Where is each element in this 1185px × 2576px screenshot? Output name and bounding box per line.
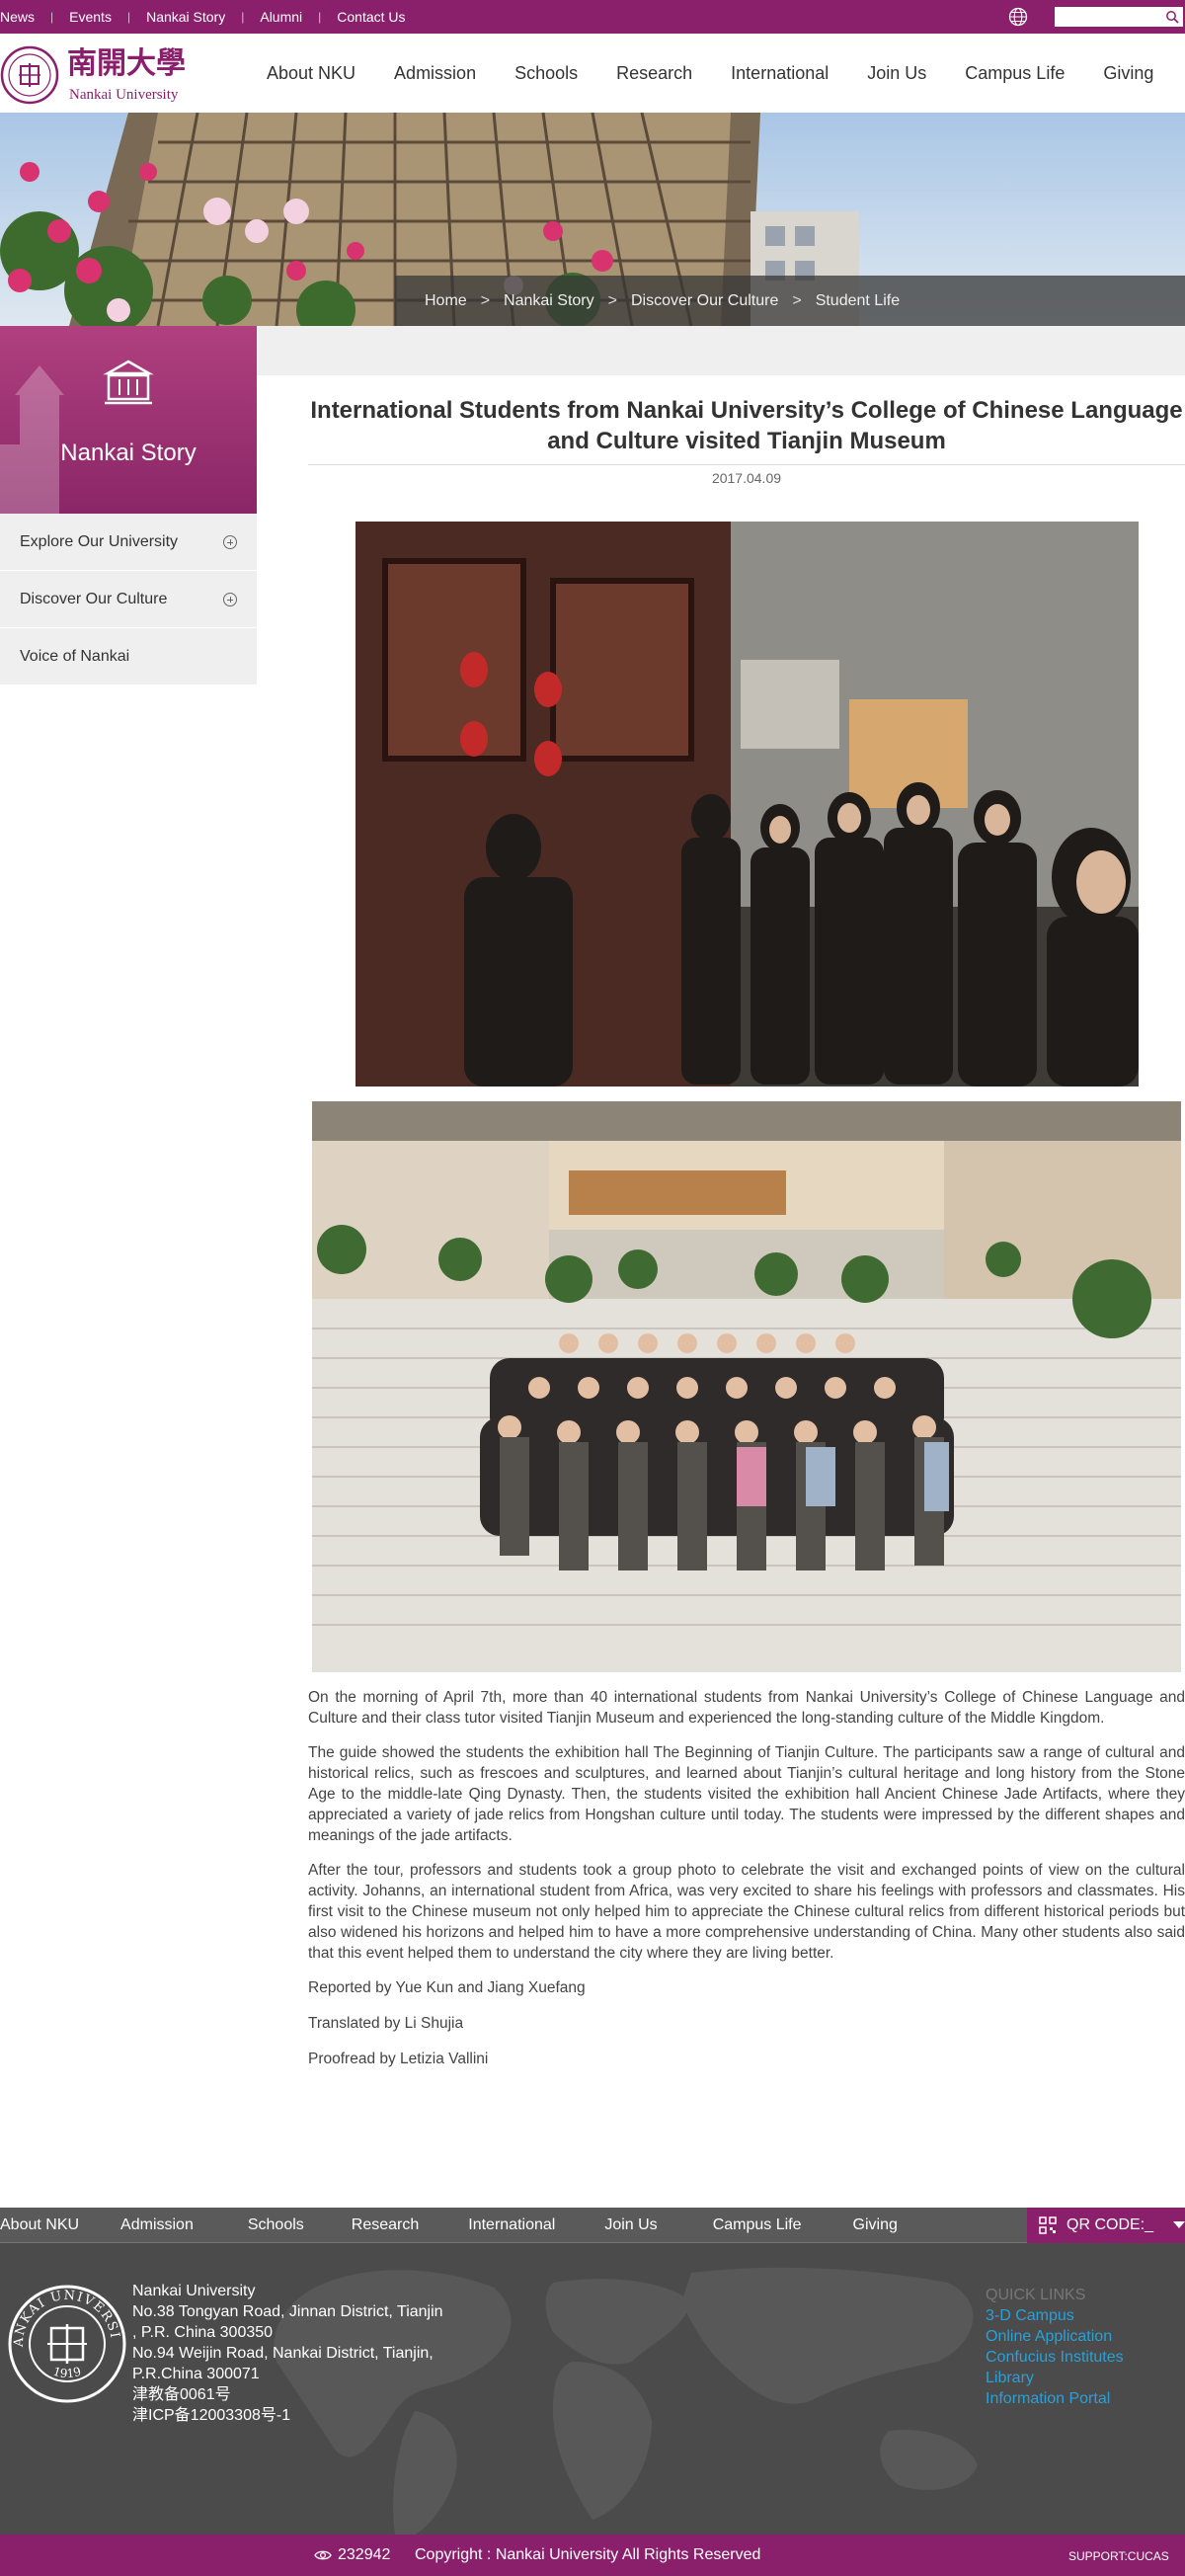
copyright-text: Copyright : Nankai University All Rights…: [415, 2546, 761, 2563]
article-date: 2017.04.09: [711, 470, 782, 486]
group-photo-image: [312, 1101, 1181, 1672]
breadcrumb-nankai-story[interactable]: Nankai Story: [504, 292, 594, 310]
nav-about-nku[interactable]: About NKU: [267, 63, 356, 84]
quick-link-information-portal[interactable]: Information Portal: [986, 2388, 1124, 2409]
nav-giving[interactable]: Giving: [1103, 63, 1153, 84]
top-bar: News | Events | Nankai Story | Alumni | …: [0, 0, 1185, 34]
nav-research[interactable]: Research: [616, 63, 692, 84]
seal-year: 1919: [51, 2365, 83, 2380]
footer-nav-international[interactable]: International: [468, 2216, 555, 2234]
quick-link-confucius-institutes[interactable]: Confucius Institutes: [986, 2347, 1124, 2368]
address-line: , P.R. China 300350: [132, 2324, 274, 2341]
site-header: 南開大學 Nankai University About NKU Admissi…: [0, 34, 1185, 113]
quick-link-library[interactable]: Library: [986, 2368, 1124, 2388]
chevron-down-icon: [1173, 2221, 1185, 2228]
nav-campus-life[interactable]: Campus Life: [965, 63, 1065, 84]
visit-counter: 232942: [338, 2546, 391, 2563]
address-line: 津ICP备12003308号-1: [132, 2407, 291, 2424]
globe-icon[interactable]: [1007, 6, 1029, 28]
footer-nav-join-us[interactable]: Join Us: [604, 2216, 657, 2234]
sidebar-item-voice-of-nankai[interactable]: Voice of Nankai: [0, 628, 257, 685]
site-footer: NANKAI UNIVERSITY 1919 Nankai University…: [0, 2243, 1185, 2535]
logo-english-text: Nankai University: [69, 87, 179, 103]
footer-nav-giving[interactable]: Giving: [853, 2216, 898, 2234]
footer-nav-campus-life[interactable]: Campus Life: [713, 2216, 802, 2234]
article-body: On the morning of April 7th, more than 4…: [308, 1687, 1185, 2084]
svg-text:1919: 1919: [51, 2365, 83, 2380]
sidebar-header: Nankai Story: [0, 326, 257, 514]
article-credit-reporter: Reported by Yue Kun and Jiang Xuefang: [308, 1979, 586, 1996]
article-paragraph: After the tour, professors and students …: [308, 1862, 1185, 1962]
breadcrumb-discover-our-culture[interactable]: Discover Our Culture: [631, 292, 778, 310]
footer-nav-research[interactable]: Research: [352, 2216, 419, 2234]
footer-nav-about-nku[interactable]: About NKU: [0, 2216, 79, 2234]
footer-nav-schools[interactable]: Schools: [248, 2216, 304, 2234]
search-box: [1055, 7, 1183, 27]
museum-tour-photo: [356, 522, 1139, 1087]
address-line: 津教备0061号: [132, 2386, 231, 2403]
breadcrumb-separator: >: [792, 291, 802, 309]
top-link-news[interactable]: News: [0, 9, 50, 25]
content-header-strip: [257, 326, 1185, 375]
nankai-logo[interactable]: 南開大學 Nankai University: [0, 38, 217, 109]
library-icon: [103, 360, 154, 405]
address-line: No.94 Weijin Road, Nankai District, Tian…: [132, 2345, 434, 2362]
nav-admission[interactable]: Admission: [394, 63, 476, 84]
logo-chinese-text: 南開大學: [67, 46, 186, 81]
search-input[interactable]: [1055, 7, 1161, 27]
top-link-alumni[interactable]: Alumni: [244, 9, 318, 25]
divider: [308, 464, 1185, 465]
footer-address: Nankai University No.38 Tongyan Road, Ji…: [132, 2281, 443, 2426]
search-icon[interactable]: [1165, 10, 1179, 24]
top-link-nankai-story[interactable]: Nankai Story: [130, 9, 241, 25]
address-line: No.38 Tongyan Road, Jinnan District, Tia…: [132, 2303, 443, 2320]
qr-code-dropdown[interactable]: QR CODE:_: [1027, 2208, 1185, 2243]
address-line: P.R.China 300071: [132, 2366, 260, 2382]
quick-links-heading: QUICK LINKS: [986, 2287, 1086, 2303]
article-paragraph: The guide showed the students the exhibi…: [308, 1744, 1185, 1844]
main-nav: About NKU Admission Schools Research Int…: [267, 34, 1185, 113]
footer-nav: About NKU Admission Schools Research Int…: [0, 2208, 1185, 2243]
article-title: International Students from Nankai Unive…: [310, 397, 1183, 454]
sidebar-item-discover-our-culture[interactable]: Discover Our Culture: [0, 571, 257, 628]
museum-tour-image: [356, 522, 1139, 1087]
nav-schools[interactable]: Schools: [514, 63, 578, 84]
top-links: News | Events | Nankai Story | Alumni | …: [0, 0, 422, 34]
breadcrumb-home[interactable]: Home: [425, 292, 467, 310]
building-silhouette: [0, 365, 64, 514]
nav-join-us[interactable]: Join Us: [867, 63, 926, 84]
expand-icon[interactable]: [223, 534, 237, 549]
sidebar-menu: Explore Our University Discover Our Cult…: [0, 514, 257, 685]
sidebar-item-label: Discover Our Culture: [20, 590, 168, 607]
support-text[interactable]: SUPPORT:CUCAS: [1068, 2549, 1169, 2563]
footer-nav-admission[interactable]: Admission: [120, 2216, 194, 2234]
banner-image: Home > Nankai Story > Discover Our Cultu…: [0, 113, 1185, 326]
nankai-seal-logo[interactable]: NANKAI UNIVERSITY 1919: [6, 2283, 128, 2405]
sidebar-item-label: Explore Our University: [20, 532, 179, 550]
breadcrumb-student-life[interactable]: Student Life: [816, 292, 900, 310]
quick-links: QUICK LINKS 3-D Campus Online Applicatio…: [986, 2285, 1124, 2409]
top-link-contact-us[interactable]: Contact Us: [321, 9, 421, 25]
expand-icon[interactable]: [223, 592, 237, 606]
eye-icon: [314, 2550, 332, 2560]
quick-link-online-application[interactable]: Online Application: [986, 2326, 1124, 2347]
article-credit-proofreader: Proofread by Letizia Vallini: [308, 2051, 489, 2067]
breadcrumb: Home > Nankai Story > Discover Our Cultu…: [395, 276, 1185, 326]
quick-link-3d-campus[interactable]: 3-D Campus: [986, 2305, 1124, 2326]
breadcrumb-separator: >: [607, 291, 617, 309]
sidebar-title: Nankai Story: [60, 440, 197, 466]
qr-code-label: QR CODE:_: [1066, 2216, 1154, 2233]
sidebar-item-label: Voice of Nankai: [20, 647, 130, 665]
group-photo: [312, 1101, 1181, 1672]
top-link-events[interactable]: Events: [53, 9, 127, 25]
qr-code-icon: [1039, 2216, 1057, 2234]
nav-international[interactable]: International: [731, 63, 829, 84]
address-line: Nankai University: [132, 2283, 256, 2299]
breadcrumb-separator: >: [480, 291, 491, 309]
copyright-bar: 232942 Copyright : Nankai University All…: [0, 2535, 1185, 2576]
sidebar-item-explore-our-university[interactable]: Explore Our University: [0, 514, 257, 571]
article-credit-translator: Translated by Li Shujia: [308, 2015, 464, 2032]
article-paragraph: On the morning of April 7th, more than 4…: [308, 1689, 1185, 1727]
